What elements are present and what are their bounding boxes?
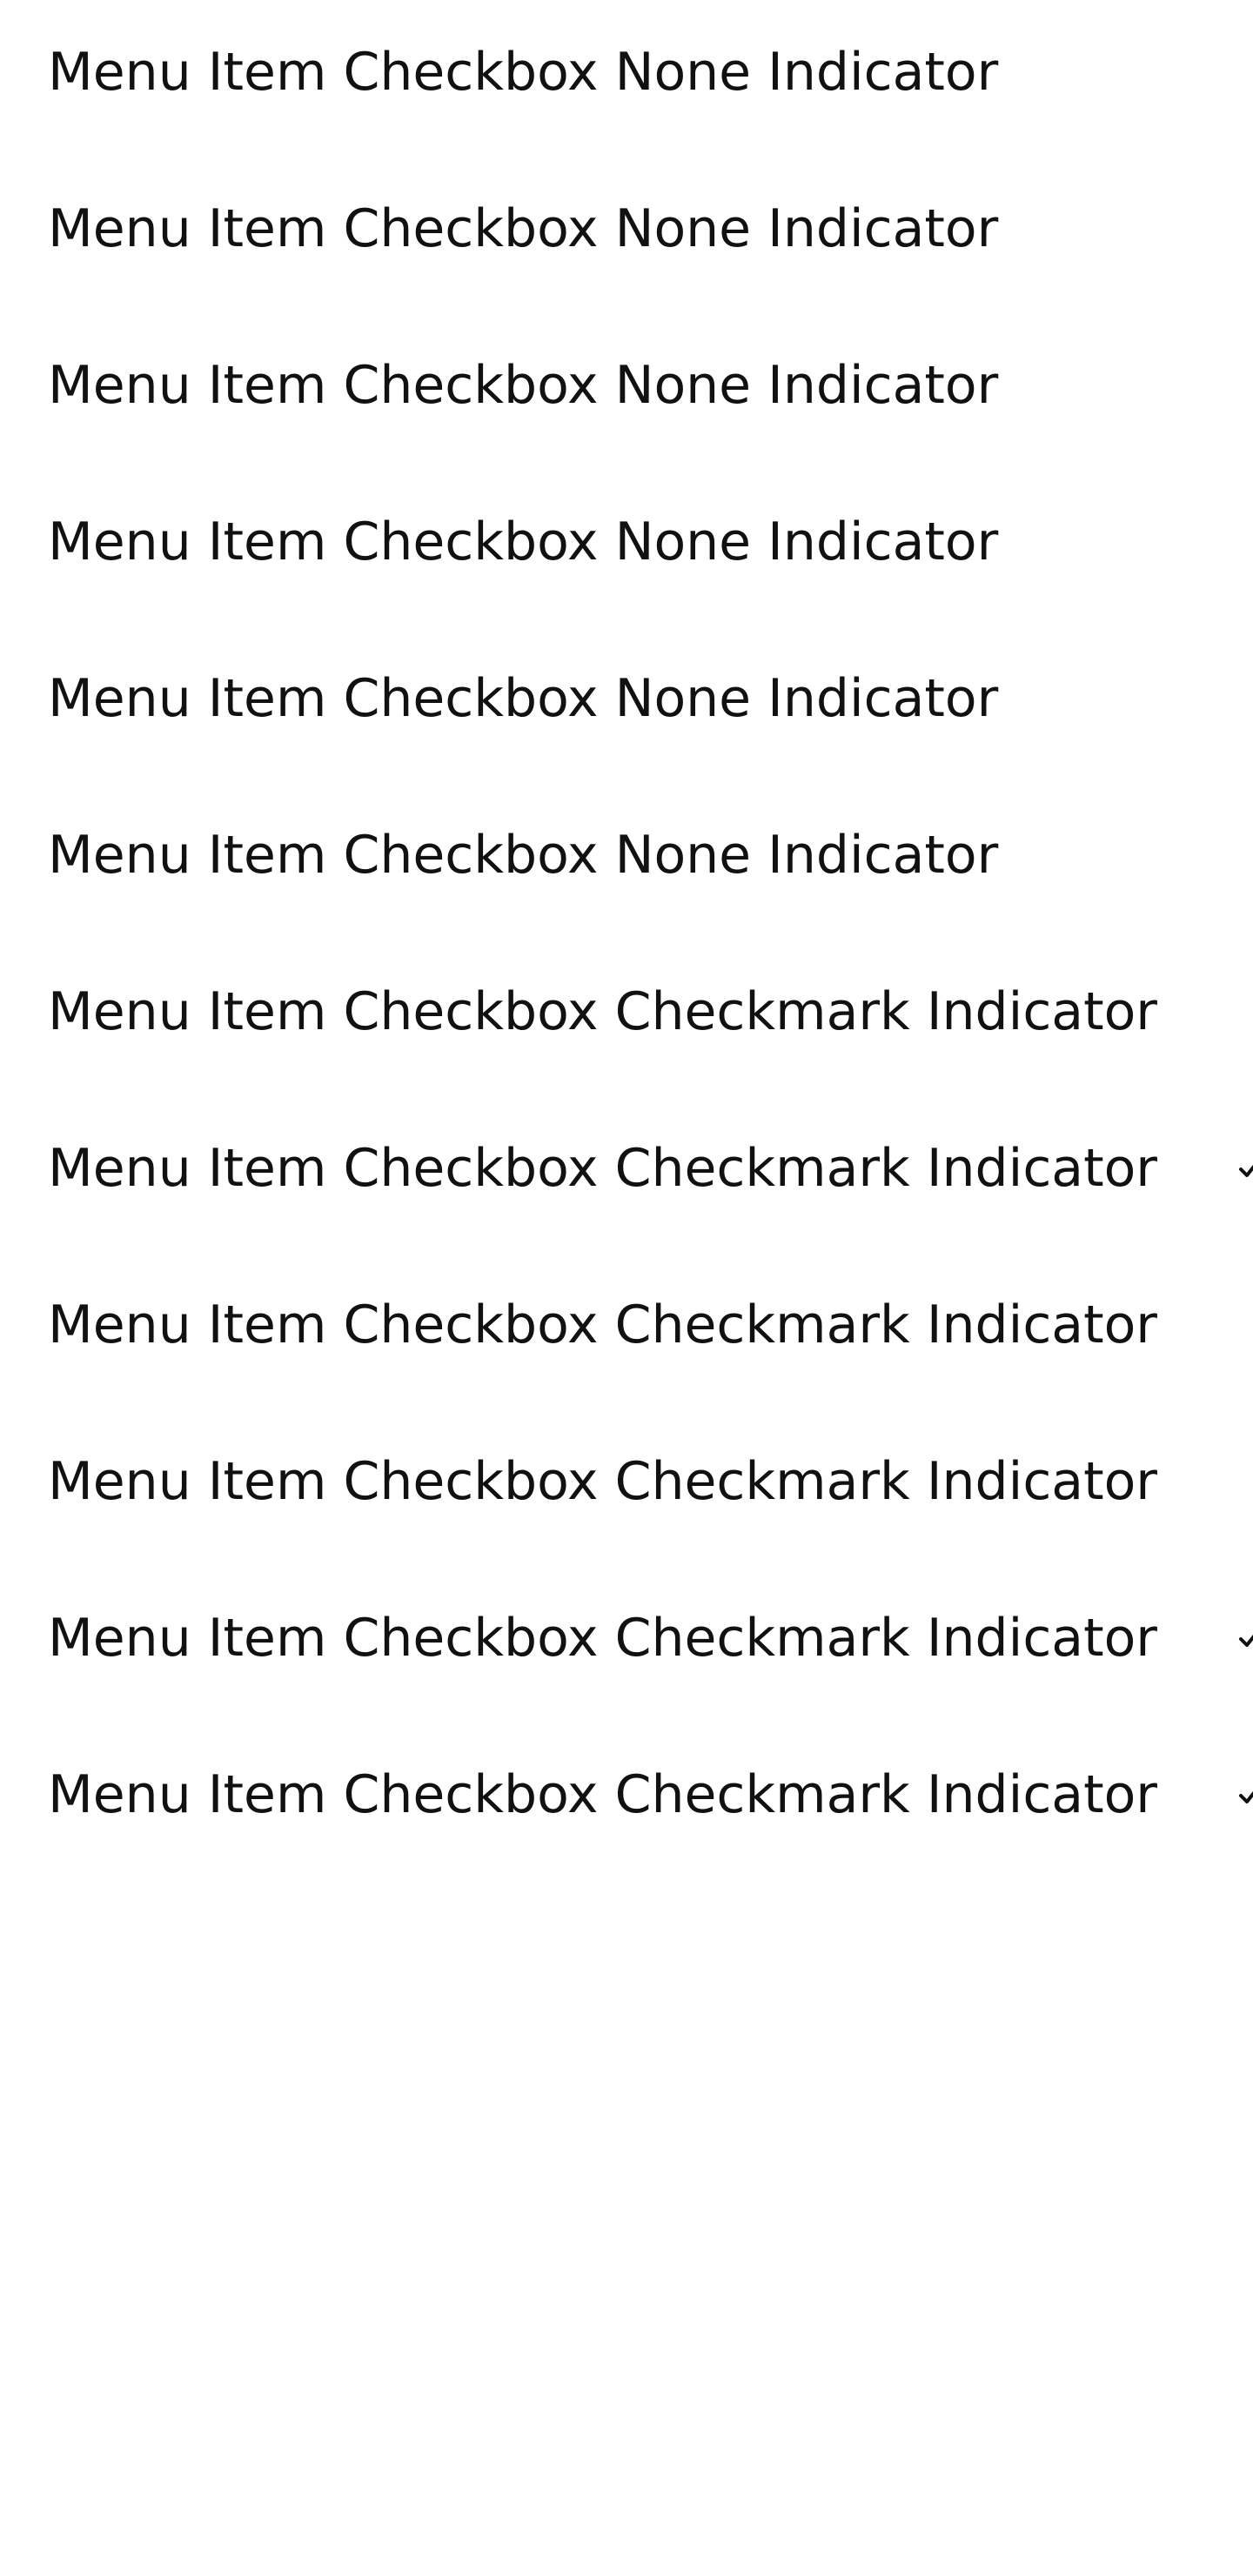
menu-item-label: Menu Item Checkbox Checkmark Indicator [48,1764,1157,1825]
menu-item-label: Menu Item Checkbox None Indicator [48,825,999,886]
menu-item-checkbox[interactable]: Menu Item Checkbox None Indicator [0,626,1253,783]
menu-item-label: Menu Item Checkbox None Indicator [48,198,999,259]
menu-item-checkbox[interactable]: Menu Item Checkbox None Indicator [0,313,1253,470]
menu-item-label: Menu Item Checkbox Checkmark Indicator [48,1295,1157,1355]
menu-item-label: Menu Item Checkbox Checkmark Indicator [48,1608,1157,1669]
menu-item-checkbox[interactable]: Menu Item Checkbox None Indicator [0,783,1253,940]
menu-item-checkbox-checkmark[interactable]: Menu Item Checkbox Checkmark Indicator [0,1096,1253,1253]
menu-item-checkbox-checkmark[interactable]: Menu Item Checkbox Checkmark Indicator [0,940,1253,1096]
menu-list: Menu Item Checkbox None Indicator Menu I… [0,0,1253,1879]
menu-item-checkbox-checkmark[interactable]: Menu Item Checkbox Checkmark Indicator [0,1566,1253,1723]
menu-item-label: Menu Item Checkbox Checkmark Indicator [48,1138,1157,1199]
checkmark-icon [1237,1778,1253,1813]
menu-item-checkbox[interactable]: Menu Item Checkbox None Indicator [0,470,1253,626]
menu-item-checkbox-checkmark[interactable]: Menu Item Checkbox Checkmark Indicator [0,1723,1253,1879]
menu-item-label: Menu Item Checkbox Checkmark Indicator [48,981,1157,1042]
menu-item-label: Menu Item Checkbox None Indicator [48,512,999,572]
menu-item-checkbox-checkmark[interactable]: Menu Item Checkbox Checkmark Indicator [0,1253,1253,1409]
menu-item-checkbox[interactable]: Menu Item Checkbox None Indicator [0,157,1253,313]
menu-item-label: Menu Item Checkbox None Indicator [48,668,999,729]
checkmark-icon [1237,1622,1253,1656]
checkmark-icon [1237,1152,1253,1187]
menu-item-label: Menu Item Checkbox Checkmark Indicator [48,1451,1157,1512]
menu-item-checkbox-checkmark[interactable]: Menu Item Checkbox Checkmark Indicator [0,1409,1253,1566]
menu-item-label: Menu Item Checkbox None Indicator [48,355,999,416]
menu-item-label: Menu Item Checkbox None Indicator [48,42,999,103]
menu-item-checkbox[interactable]: Menu Item Checkbox None Indicator [0,0,1253,157]
